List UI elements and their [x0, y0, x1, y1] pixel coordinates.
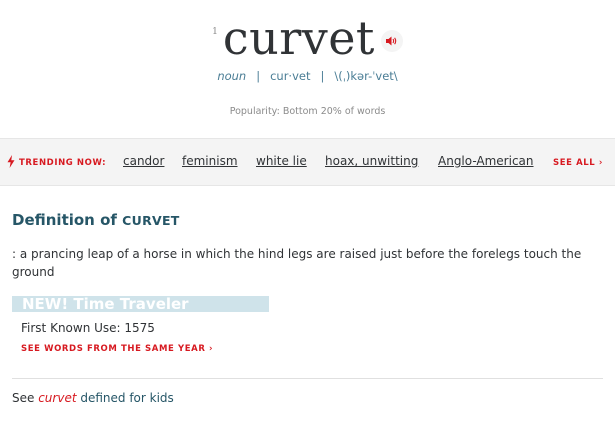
pronunciation[interactable]: \(ˌ)kər-ˈvet\ [334, 69, 397, 83]
popularity-label: Popularity: Bottom 20% of words [229, 106, 386, 117]
dictionary-entry-page: 1 curvet noun | cur·vet | \(ˌ)kər-ˈvet\ Popul… [0, 0, 615, 423]
part-of-speech[interactable]: noun [217, 69, 246, 83]
headword: curvet [222, 11, 375, 65]
speaker-icon [385, 36, 397, 46]
kids-suffix: defined for kids [76, 391, 174, 405]
lightning-bolt-icon [7, 155, 15, 168]
definition-heading-prefix: Definition of [12, 211, 123, 229]
time-traveler-banner[interactable]: NEW! Time Traveler [12, 296, 269, 312]
same-year-words-link[interactable]: SEE WORDS FROM THE SAME YEAR › [21, 344, 213, 354]
syllables: cur·vet [270, 69, 311, 83]
definition-heading-word: CURVET [122, 213, 180, 228]
meta-separator: | [320, 69, 325, 83]
meta-separator: | [256, 69, 261, 83]
trending-link-anglo-american[interactable]: Anglo-American [438, 154, 534, 168]
headword-meta: noun | cur·vet | \(ˌ)kər-ˈvet\ [0, 69, 615, 83]
kids-definition-line: See curvet defined for kids [12, 391, 174, 405]
trending-link-white-lie[interactable]: white lie [256, 154, 307, 168]
time-traveler-label: NEW! Time Traveler [22, 296, 189, 312]
trending-label: TRENDING NOW: [19, 158, 107, 168]
first-known-use: First Known Use: 1575 [21, 321, 155, 335]
see-all-trending-link[interactable]: SEE ALL › [553, 158, 603, 168]
homograph-number: 1 [212, 27, 218, 37]
headword-row: 1 curvet [0, 10, 615, 66]
trending-link-candor[interactable]: candor [123, 154, 164, 168]
pronunciation-audio-button[interactable] [380, 30, 403, 52]
section-divider [12, 378, 603, 379]
kids-prefix: See [12, 391, 39, 405]
definition-text: : a prancing leap of a horse in which th… [12, 247, 582, 279]
headword-block: 1 curvet noun | cur·vet | \(ˌ)kər-ˈvet\ Popul… [0, 0, 615, 136]
trending-link-hoax-unwitting[interactable]: hoax, unwitting [325, 154, 418, 168]
trending-bar: TRENDING NOW: candor feminism white lie … [0, 138, 615, 186]
trending-link-feminism[interactable]: feminism [182, 154, 238, 168]
kids-definition-link[interactable]: curvet [38, 391, 76, 405]
definition-heading: Definition of CURVET [12, 211, 180, 229]
